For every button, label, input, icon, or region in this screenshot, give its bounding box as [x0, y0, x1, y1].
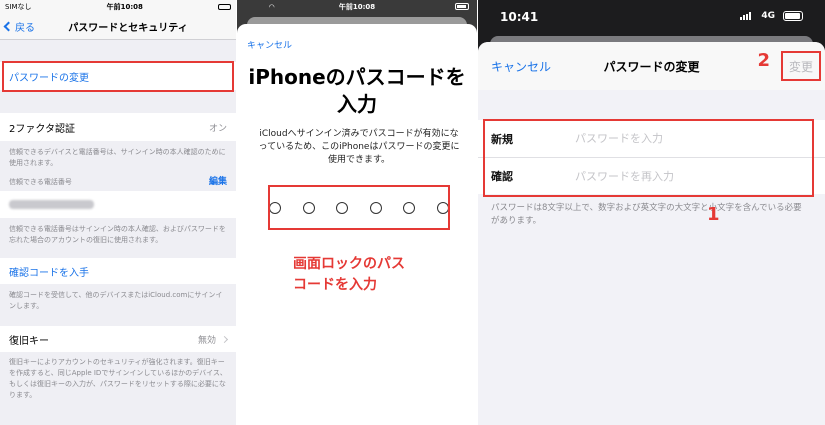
change-password-sheet: キャンセル パスワードの変更 2 変更 新規 確認 パスワードは8文字以上で、数… [478, 42, 825, 425]
settings-panel: SIMなし 午前10:08 戻る パスワードとセキュリティ パスワードの変更 2… [0, 0, 236, 425]
status-time: 10:41 [500, 10, 539, 24]
passcode-sheet: キャンセル iPhoneのパスコードを 入力 iCloudへサインイン済みでパス… [237, 24, 477, 425]
recovery-key-row[interactable]: 復旧キー 無効 [0, 326, 236, 352]
get-code-row[interactable]: 確認コードを入手 [0, 258, 236, 284]
chevron-left-icon [3, 21, 14, 32]
two-factor-row: 2ファクタ認証 オン [0, 113, 236, 141]
trusted-number-label: 信頼できる電話番号 [9, 178, 72, 186]
highlight-box [483, 119, 814, 197]
network-label: 4G [761, 11, 775, 21]
page-title: パスワードとセキュリティ [68, 23, 188, 34]
chevron-right-icon [220, 335, 229, 343]
annotation-line1: 画面ロックのパス [293, 256, 405, 272]
trusted-number-header: 信頼できる電話番号 編集 [0, 168, 236, 190]
wifi-icon: ◠ [269, 3, 275, 11]
phone-number-redacted [9, 200, 94, 209]
annotation-number-1: 1 [707, 204, 720, 225]
recovery-key-status: 無効 [197, 335, 216, 346]
get-code-note: 確認コードを受信して、他のデバイスまたはiCloud.comにサインインします。 [9, 291, 223, 310]
highlight-box [2, 61, 234, 92]
status-bar: ◠ 午前10:08 [237, 0, 477, 14]
status-time: 午前10:08 [106, 3, 143, 11]
highlight-box [781, 51, 821, 81]
annotation-line2: コードを入力 [293, 277, 377, 293]
passcode-description: iCloudへサインイン済みでパスコードが有効になっているため、このiPhone… [258, 129, 460, 165]
password-requirements-note: パスワードは8文字以上で、数字および英文字の大文字と小文字を含んでいる必要があり… [491, 203, 802, 226]
status-bar: SIMなし 午前10:08 [0, 0, 236, 14]
annotation-number-2: 2 [757, 50, 770, 71]
nav-bar: キャンセル パスワードの変更 2 変更 [478, 42, 825, 90]
back-button[interactable]: 戻る [3, 19, 35, 34]
get-code-label: 確認コードを入手 [9, 267, 89, 279]
nav-bar: 戻る パスワードとセキュリティ [0, 14, 236, 40]
status-bar: 10:41 4G [478, 0, 825, 32]
two-factor-status: オン [208, 123, 227, 134]
battery-icon [217, 4, 231, 10]
passcode-panel: ◠ 午前10:08 キャンセル iPhoneのパスコードを 入力 iCloudへ… [237, 0, 477, 425]
passcode-title: iPhoneのパスコードを 入力 [237, 64, 477, 118]
highlight-box [268, 185, 450, 230]
change-password-panel: 10:41 4G キャンセル パスワードの変更 2 変更 新規 確認 パスワード… [478, 0, 825, 425]
back-label: 戻る [15, 23, 35, 34]
passcode-title-line2: 入力 [337, 92, 377, 116]
recovery-key-label: 復旧キー [9, 335, 49, 347]
carrier-label: SIMなし [5, 3, 32, 11]
battery-icon [455, 3, 469, 10]
cancel-button[interactable]: キャンセル [247, 38, 292, 51]
edit-button[interactable]: 編集 [209, 174, 227, 187]
two-factor-label: 2ファクタ認証 [9, 123, 75, 135]
recovery-key-note: 復旧キーによりアカウントのセキュリティが強化されます。復旧キーを作成すると、同じ… [9, 358, 227, 399]
annotation-text: 画面ロックのパス コードを入力 [293, 254, 405, 296]
trusted-number-row [0, 191, 236, 218]
battery-icon [783, 11, 803, 21]
status-time: 午前10:08 [338, 3, 376, 11]
signal-icon [740, 12, 751, 20]
page-title: パスワードの変更 [603, 60, 700, 74]
passcode-title-line1: iPhoneのパスコードを [248, 65, 466, 89]
trusted-number-note: 信頼できる電話番号はサインイン時の本人確認、およびパスワードを忘れた場合のアカウ… [9, 225, 226, 244]
